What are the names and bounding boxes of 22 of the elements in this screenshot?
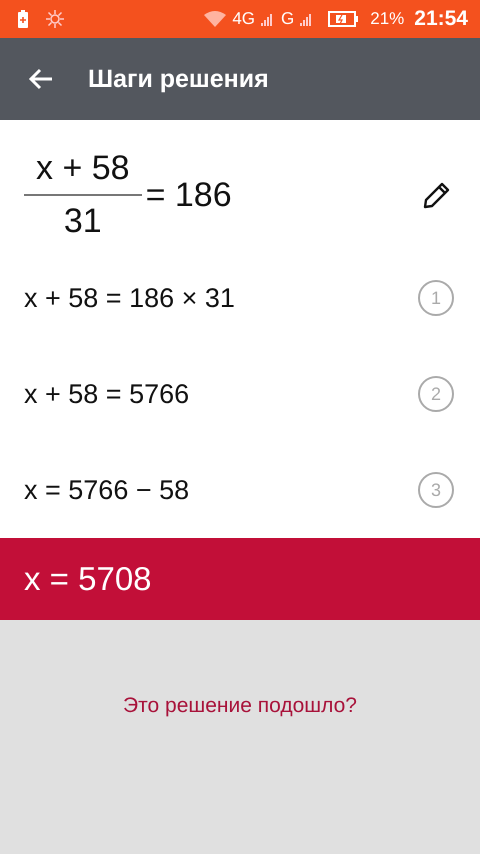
network-type: 4G — [232, 9, 256, 29]
step-number[interactable]: 2 — [418, 376, 454, 412]
battery-saver-icon — [18, 10, 28, 28]
battery-percent: 21% — [370, 9, 404, 29]
feedback-link[interactable]: Это решение подошло? — [123, 694, 357, 722]
denominator: 31 — [64, 201, 102, 241]
screen-title: Шаги решения — [88, 64, 269, 94]
step-equation: x = 5766 − 58 — [24, 474, 190, 506]
result-answer: x = 5708 — [24, 560, 152, 598]
step-equation: x + 58 = 5766 — [24, 378, 190, 410]
step-number[interactable]: 3 — [418, 472, 454, 508]
network-type: G — [281, 9, 294, 29]
numerator: x + 58 — [35, 149, 131, 189]
edit-icon[interactable] — [422, 180, 452, 210]
step-number[interactable]: 1 — [418, 280, 454, 316]
battery-charging-icon — [328, 11, 358, 27]
equation-right-side: = 186 — [146, 176, 232, 214]
back-button[interactable] — [28, 68, 54, 90]
step-equation: x + 58 = 186 × 31 — [24, 282, 235, 314]
clock: 21:54 — [414, 7, 468, 31]
brightness-icon — [46, 10, 64, 28]
wifi-icon — [204, 11, 226, 27]
